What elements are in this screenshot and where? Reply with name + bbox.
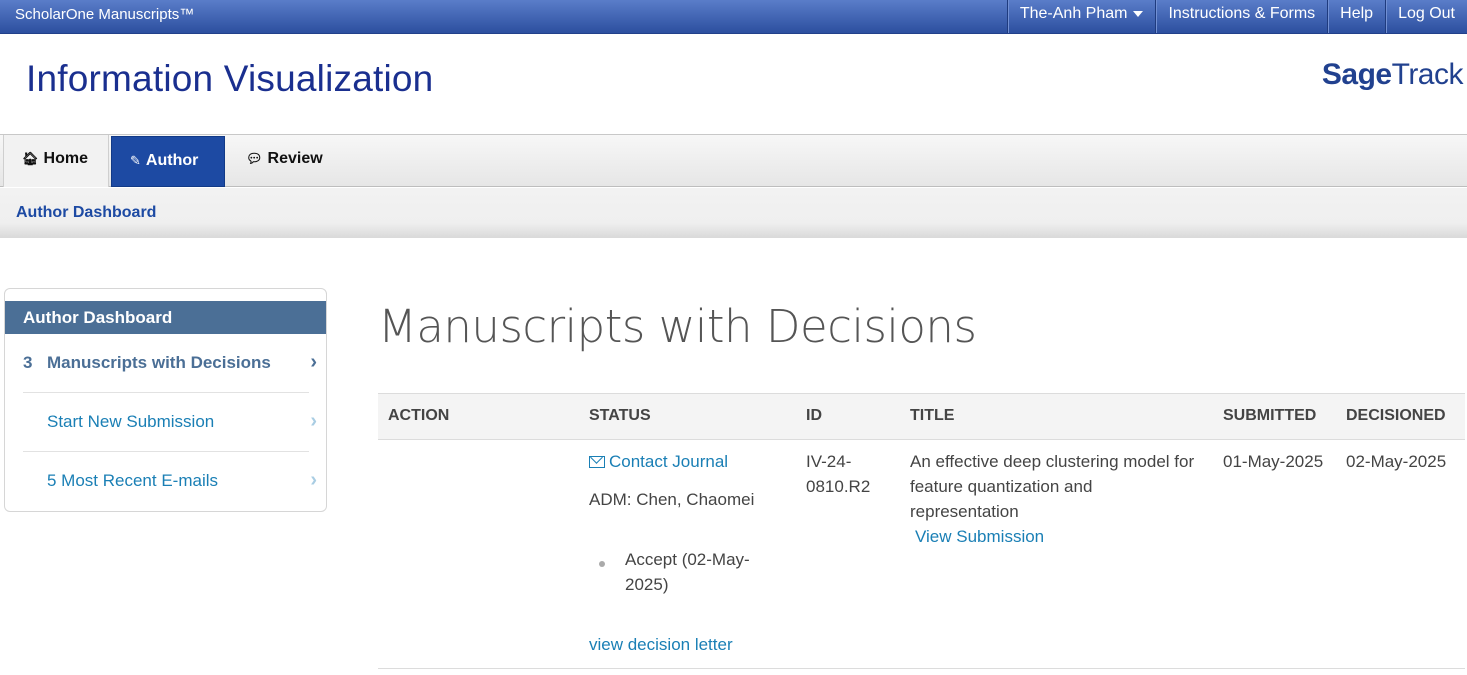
home-icon: 🏠︎ [22,151,39,166]
submitted-date: 01-May-2025 [1223,452,1324,471]
manuscript-id: IV-24- 0810.R2 [806,449,870,499]
logo-track: Track [1391,58,1464,91]
manuscript-id-line2: 0810.R2 [806,477,871,496]
tab-home[interactable]: 🏠︎ Home [3,135,109,187]
manuscript-title-line3: representation [910,502,1019,521]
manuscript-title: An effective deep clustering model for f… [910,449,1215,549]
pencil-icon: ✎ [130,153,141,168]
logo-sage: Sage [1321,58,1392,91]
admin-name: ADM: Chen, Chaomei [589,490,755,509]
sidebar-item-manuscripts-with-decisions[interactable]: 3 Manuscripts with Decisions › [23,334,317,393]
brand-name: ScholarOne Manuscripts™ [15,6,195,23]
column-header-title: TITLE [910,407,955,424]
decision-status-line1: Accept (02-May- [625,550,750,569]
view-decision-letter-link[interactable]: view decision letter [589,632,733,657]
decisioned-date: 02-May-2025 [1346,452,1447,471]
column-header-submitted: SUBMITTED [1223,407,1317,424]
contact-journal-label: Contact Journal [609,452,729,471]
sidebar-item-start-new-submission[interactable]: Start New Submission › [23,392,317,451]
column-header-id: ID [806,407,822,424]
decision-status-line2: 2025) [625,575,669,594]
decision-status: Accept (02-May- 2025) [625,547,750,597]
logout-link[interactable]: Log Out [1385,0,1467,33]
tab-review[interactable]: 💬︎ Review [228,135,348,187]
instructions-forms-link[interactable]: Instructions & Forms [1155,0,1327,33]
author-dashboard-link[interactable]: Author Dashboard [16,204,156,222]
column-header-status: STATUS [589,407,651,424]
user-menu[interactable]: The-Anh Pham [1006,0,1156,33]
tab-review-label: Review [267,150,323,167]
manuscript-title-line2: feature quantization and [910,477,1093,496]
view-submission-link[interactable]: View Submission [915,527,1044,546]
sidebar-item-count: 3 [23,353,33,372]
page-title: Manuscripts with Decisions [378,300,977,353]
sidebar-item-recent-emails[interactable]: 5 Most Recent E-mails › [23,451,317,510]
chevron-right-icon: › [310,351,317,373]
envelope-icon [589,456,605,468]
bullet-icon [599,561,605,567]
journal-title: Information Visualization [26,58,434,99]
column-header-decisioned: DECISIONED [1346,407,1446,424]
manuscript-title-line1: An effective deep clustering model for [910,452,1195,471]
sidebar-header: Author Dashboard [5,301,326,334]
top-bar: ScholarOne Manuscripts™ The-Anh Pham Ins… [0,0,1467,34]
top-nav: The-Anh Pham Instructions & Forms Help L… [1006,0,1467,33]
sidebar-item-label: Manuscripts with Decisions [47,353,271,372]
sidebar-item-label: 5 Most Recent E-mails [47,471,218,490]
help-link[interactable]: Help [1327,0,1385,33]
sagetrack-logo: SageTrack [1321,58,1464,92]
tab-author-label: Author [145,152,199,169]
caret-down-icon [1133,10,1144,17]
contact-journal-link[interactable]: Contact Journal [589,449,728,474]
table-row: Contact Journal ADM: Chen, Chaomei Accep… [378,440,1465,669]
manuscript-id-line1: IV-24- [806,452,852,471]
main-tabs: 🏠︎ Home ✎ Author 💬︎ Review [0,134,1467,187]
chevron-right-icon: › [310,469,317,491]
chevron-right-icon: › [310,410,317,432]
tab-home-label: Home [43,150,88,167]
speech-bubble-icon: 💬︎ [246,151,263,166]
sub-nav-bar: Author Dashboard [0,188,1467,238]
dashboard-sidebar: Author Dashboard 3 Manuscripts with Deci… [4,288,327,512]
tab-author[interactable]: ✎ Author [111,136,225,187]
user-name: The-Anh Pham [1019,5,1128,22]
sidebar-item-label: Start New Submission [47,412,215,431]
column-header-action: ACTION [388,407,450,424]
table-header: ACTION STATUS ID TITLE SUBMITTED DECISIO… [378,393,1465,440]
